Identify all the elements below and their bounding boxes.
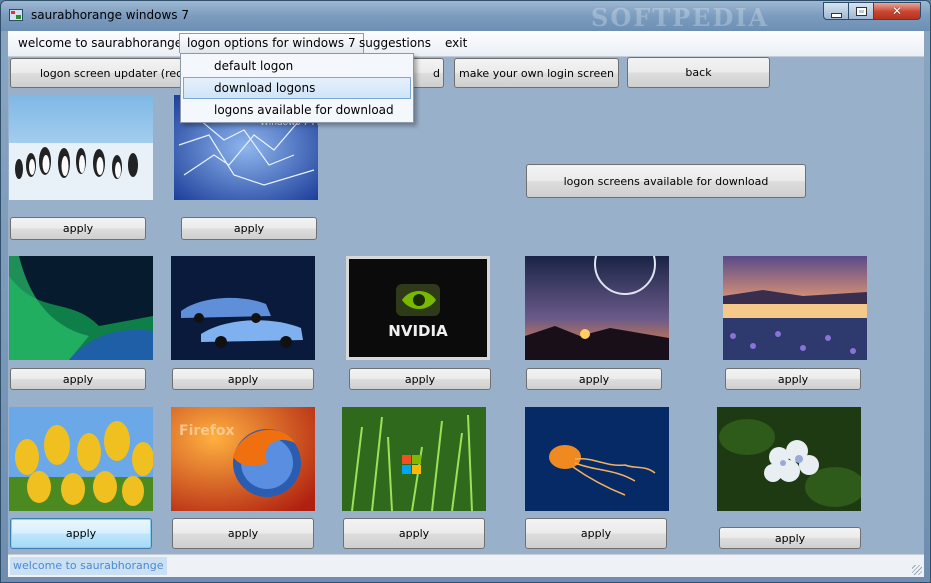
watermark-text: SOFTPEDIA xyxy=(591,3,770,32)
apply-button-2[interactable]: apply xyxy=(181,217,317,240)
menu-suggestions[interactable]: suggestions xyxy=(352,33,438,53)
lavender-lake-image xyxy=(723,256,867,360)
nvidia-logo-text: NVIDIA xyxy=(388,322,448,340)
make-your-own-login-screen-button[interactable]: make your own login screen xyxy=(454,58,619,88)
logon-screen-updater-button[interactable]: logon screen updater (recomm xyxy=(10,58,182,88)
status-bar: welcome to saurabhorange xyxy=(8,554,924,577)
minimize-button[interactable] xyxy=(823,2,849,20)
menu-item-logons-available[interactable]: logons available for download xyxy=(183,99,411,121)
window-title: saurabhorange windows 7 xyxy=(31,8,189,22)
thumbnail-grass xyxy=(342,407,486,511)
aurora-image xyxy=(9,256,153,360)
close-icon: ✕ xyxy=(891,4,903,18)
menu-bar: welcome to saurabhorange logon options f… xyxy=(8,31,924,57)
apply-button-7[interactable]: apply xyxy=(725,368,861,390)
thumbnail-penguins xyxy=(9,95,153,200)
title-bar[interactable]: saurabhorange windows 7 SOFTPEDIA ✕ xyxy=(1,1,930,32)
apply-button-10[interactable]: apply xyxy=(343,518,485,549)
thumbnail-firefox: Firefox xyxy=(171,407,315,511)
logon-options-dropdown: default logon download logons logons ava… xyxy=(180,53,414,123)
maximize-icon xyxy=(855,6,867,16)
apply-button-1[interactable]: apply xyxy=(10,217,146,240)
hydrangea-image xyxy=(717,407,861,511)
thumbnail-planet-sunset xyxy=(525,256,669,360)
back-button[interactable]: back xyxy=(627,57,770,88)
maximize-button[interactable] xyxy=(848,2,874,20)
thumbnail-nvidia: NVIDIA xyxy=(346,256,490,360)
menu-exit[interactable]: exit xyxy=(438,33,474,53)
apply-button-6[interactable]: apply xyxy=(526,368,662,390)
apply-button-8[interactable]: apply xyxy=(10,518,152,549)
menu-item-download-logons[interactable]: download logons xyxy=(183,77,411,99)
thumbnail-mercedes xyxy=(171,256,315,360)
menu-welcome[interactable]: welcome to saurabhorange xyxy=(11,33,189,53)
nvidia-image: NVIDIA xyxy=(346,256,490,360)
thumbnail-aurora xyxy=(9,256,153,360)
logon-screens-available-button[interactable]: logon screens available for download xyxy=(526,164,806,198)
thumbnail-jellyfish xyxy=(525,407,669,511)
status-text: welcome to saurabhorange xyxy=(10,557,167,575)
tulips-image xyxy=(9,407,153,511)
apply-button-9[interactable]: apply xyxy=(172,518,314,549)
apply-button-3[interactable]: apply xyxy=(10,368,146,390)
minimize-icon xyxy=(830,12,842,18)
app-icon xyxy=(9,9,23,21)
thumbnail-lavender-lake xyxy=(723,256,867,360)
apply-button-5[interactable]: apply xyxy=(349,368,491,390)
thumbnail-yellow-tulips xyxy=(9,407,153,511)
app-window: saurabhorange windows 7 SOFTPEDIA ✕ welc… xyxy=(0,0,931,583)
hidden-button[interactable]: d xyxy=(411,58,444,88)
apply-button-12[interactable]: apply xyxy=(719,527,861,549)
menu-item-default-logon[interactable]: default logon xyxy=(183,55,411,77)
firefox-image: Firefox xyxy=(171,407,315,511)
size-grip-icon[interactable] xyxy=(912,565,922,575)
planet-sunset-image xyxy=(525,256,669,360)
cars-image xyxy=(171,256,315,360)
jellyfish-image xyxy=(525,407,669,511)
apply-button-11[interactable]: apply xyxy=(525,518,667,549)
grass-image xyxy=(342,407,486,511)
thumbnail-hydrangea xyxy=(717,407,861,511)
penguins-image xyxy=(9,95,153,200)
apply-button-4[interactable]: apply xyxy=(172,368,314,390)
close-button[interactable]: ✕ xyxy=(873,2,921,20)
client-area: welcome to saurabhorange logon options f… xyxy=(8,31,924,577)
menu-logon-options[interactable]: logon options for windows 7 xyxy=(179,33,364,53)
firefox-wordmark: Firefox xyxy=(179,423,235,439)
